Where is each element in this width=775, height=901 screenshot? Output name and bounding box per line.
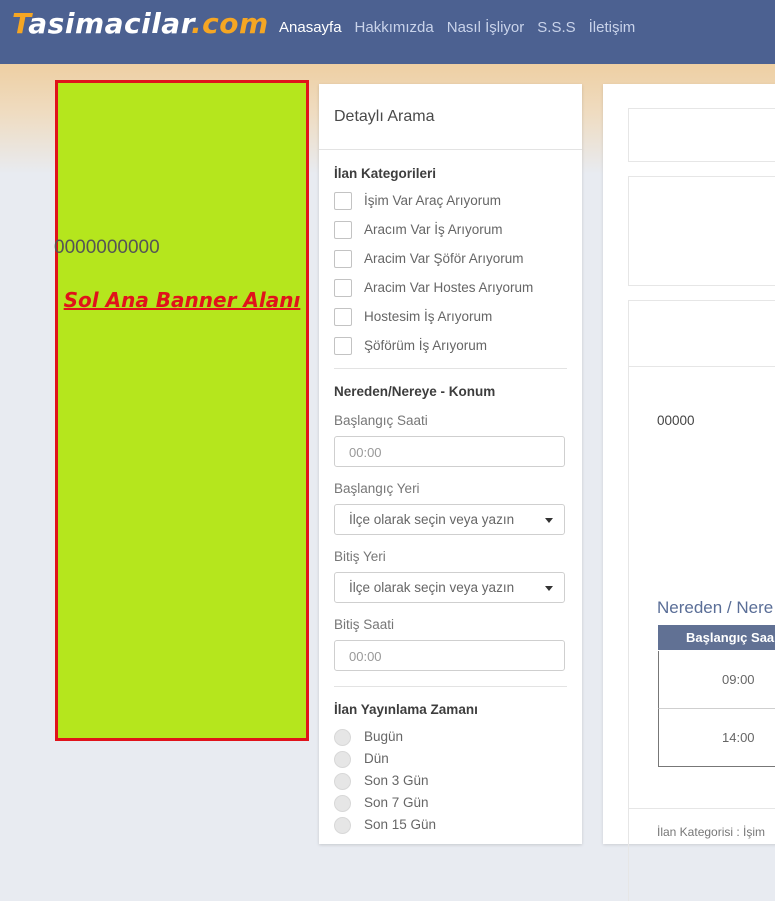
listing-title: 0000000000 bbox=[54, 237, 160, 258]
left-banner[interactable]: Sol Ana Banner Alanı bbox=[55, 80, 309, 741]
start-place-label: Başlangıç Yeri bbox=[334, 481, 420, 496]
chevron-down-icon bbox=[545, 586, 553, 591]
divider bbox=[628, 366, 775, 367]
publish-radio-3[interactable] bbox=[334, 773, 351, 790]
nav-contact[interactable]: İletişim bbox=[589, 19, 636, 36]
start-place-value: İlçe olarak seçin veya yazın bbox=[349, 512, 515, 527]
publish-radio-2[interactable] bbox=[334, 751, 351, 768]
category-label: Aracım Var İş Arıyorum bbox=[364, 222, 503, 237]
category-checkbox-4[interactable] bbox=[334, 279, 352, 297]
category-label: Hostesim İş Arıyorum bbox=[364, 309, 493, 324]
category-label: Aracim Var Şöför Arıyorum bbox=[364, 251, 524, 266]
listing-text: 00000 bbox=[657, 413, 695, 428]
end-place-label: Bitiş Yeri bbox=[334, 549, 386, 564]
category-checkbox-1[interactable] bbox=[334, 192, 352, 210]
table-header-start-time: Başlangıç Saa bbox=[658, 625, 775, 650]
publish-title: İlan Yayınlama Zamanı bbox=[334, 702, 478, 717]
logo-letter-t: T bbox=[12, 7, 29, 40]
banner-text[interactable]: Sol Ana Banner Alanı bbox=[58, 288, 306, 312]
location-title: Nereden/Nereye - Konum bbox=[334, 384, 496, 399]
category-checkbox-3[interactable] bbox=[334, 250, 352, 268]
top-navbar: Tasimacilar.com Anasayfa Hakkımızda Nası… bbox=[0, 0, 775, 64]
chevron-down-icon bbox=[545, 518, 553, 523]
listing-info-box bbox=[628, 176, 775, 286]
end-place-value: İlçe olarak seçin veya yazın bbox=[349, 580, 515, 595]
category-label: Aracim Var Hostes Arıyorum bbox=[364, 280, 534, 295]
publish-label: Son 7 Gün bbox=[364, 795, 429, 810]
categories-title: İlan Kategorileri bbox=[334, 166, 437, 181]
publish-label: Dün bbox=[364, 751, 389, 766]
publish-radio-1[interactable] bbox=[334, 729, 351, 746]
logo-word: asimacilar bbox=[28, 7, 192, 40]
category-label: İşim Var Araç Arıyorum bbox=[364, 193, 502, 208]
listing-category-footer: İlan Kategorisi : İşim bbox=[657, 825, 766, 839]
listing-top-box bbox=[628, 108, 775, 162]
start-time-label: Başlangıç Saati bbox=[334, 413, 428, 428]
search-panel-title: Detaylı Arama bbox=[334, 108, 435, 125]
publish-label: Son 3 Gün bbox=[364, 773, 429, 788]
category-checkbox-2[interactable] bbox=[334, 221, 352, 239]
category-checkbox-5[interactable] bbox=[334, 308, 352, 326]
divider bbox=[334, 686, 567, 687]
table-row: 09:00 bbox=[658, 651, 775, 709]
end-time-input[interactable]: 00:00 bbox=[334, 640, 565, 671]
main-nav: Anasayfa Hakkımızda Nasıl İşliyor S.S.S … bbox=[279, 19, 648, 36]
logo-domain: .com bbox=[191, 7, 269, 40]
nav-how-it-works[interactable]: Nasıl İşliyor bbox=[447, 19, 525, 36]
publish-label: Son 15 Gün bbox=[364, 817, 437, 832]
end-place-select[interactable]: İlçe olarak seçin veya yazın bbox=[334, 572, 565, 603]
divider bbox=[334, 368, 567, 369]
nav-about[interactable]: Hakkımızda bbox=[355, 19, 434, 36]
route-title: Nereden / Nere bbox=[657, 598, 774, 617]
search-panel: Detaylı Arama İlan Kategorileri İşim Var… bbox=[319, 84, 582, 844]
category-label: Şöförüm İş Arıyorum bbox=[364, 338, 488, 353]
divider bbox=[628, 808, 775, 809]
category-checkbox-6[interactable] bbox=[334, 337, 352, 355]
publish-label: Bugün bbox=[364, 729, 404, 744]
nav-faq[interactable]: S.S.S bbox=[537, 19, 575, 36]
publish-radio-4[interactable] bbox=[334, 795, 351, 812]
start-time-input[interactable]: 00:00 bbox=[334, 436, 565, 467]
end-time-label: Bitiş Saati bbox=[334, 617, 395, 632]
site-logo[interactable]: Tasimacilar.com bbox=[12, 7, 269, 40]
table-row: 14:00 bbox=[658, 709, 775, 767]
nav-home[interactable]: Anasayfa bbox=[279, 19, 342, 36]
start-place-select[interactable]: İlçe olarak seçin veya yazın bbox=[334, 504, 565, 535]
publish-radio-5[interactable] bbox=[334, 817, 351, 834]
